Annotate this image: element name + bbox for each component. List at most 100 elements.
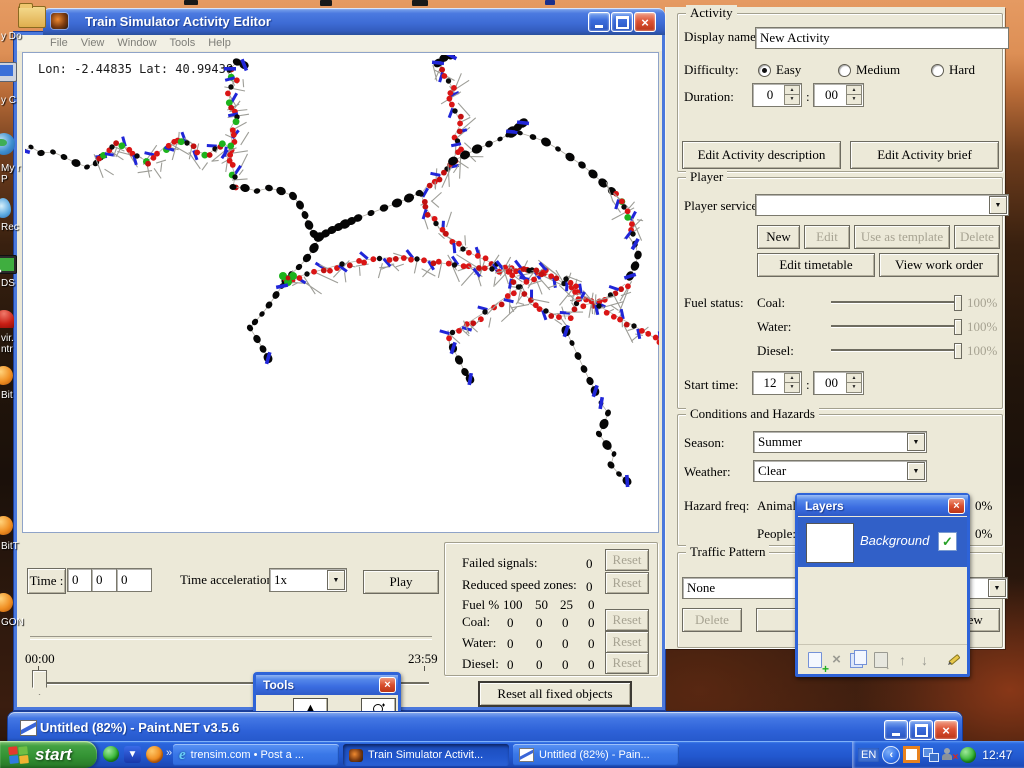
move-layer-down-button[interactable]: ↓ xyxy=(914,649,935,671)
drop-desktop-icon[interactable] xyxy=(0,198,11,218)
difficulty-medium-radio[interactable] xyxy=(838,64,851,77)
menu-file[interactable]: File xyxy=(50,37,68,49)
diesel-slider-thumb[interactable] xyxy=(954,343,962,359)
time-field-seconds[interactable]: 0 xyxy=(116,568,152,592)
player-new-button[interactable]: New xyxy=(757,225,800,249)
chevron-down-icon[interactable]: ▼ xyxy=(988,579,1006,597)
season-select[interactable]: Summer ▼ xyxy=(753,431,927,453)
reset-failed-button[interactable]: Reset xyxy=(605,549,649,571)
title-bar[interactable]: Train Simulator Activity Editor × xyxy=(43,8,665,35)
time-button[interactable]: Time : xyxy=(27,568,66,594)
close-button[interactable]: × xyxy=(934,720,958,740)
layer-visible-checkbox[interactable]: ✓ xyxy=(938,532,957,551)
tray-orange-icon[interactable] xyxy=(903,746,920,763)
chevron-down-icon[interactable]: ▼ xyxy=(907,433,925,451)
player-delete-button[interactable]: Delete xyxy=(954,225,1000,249)
chevron-down-icon[interactable]: ▼ xyxy=(989,196,1007,214)
ball-desktop-icon[interactable] xyxy=(0,593,13,612)
reset-diesel-button[interactable]: Reset xyxy=(605,652,649,674)
chevron-down-icon[interactable]: ▼ xyxy=(907,462,925,480)
display-name-input[interactable]: New Activity xyxy=(755,27,1009,49)
reset-water-button[interactable]: Reset xyxy=(605,631,649,653)
taskbar-item-trensim[interactable]: e trensim.com • Post a ... xyxy=(173,744,339,766)
time-acceleration-select[interactable]: 1x ▼ xyxy=(269,568,347,592)
reset-all-fixed-objects-button[interactable]: Reset all fixed objects xyxy=(478,681,632,707)
taskbar-item-paintnet[interactable]: Untitled (82%) - Pain... xyxy=(513,744,679,766)
water-slider-thumb[interactable] xyxy=(954,319,962,335)
network-icon[interactable] xyxy=(923,748,939,762)
layers-palette: Layers × Background ✓ + × ↓ ↑ ↓ xyxy=(795,493,970,677)
close-button[interactable]: × xyxy=(634,12,656,32)
quicklaunch-orange-icon[interactable] xyxy=(146,746,163,763)
player-service-select[interactable]: ▼ xyxy=(755,194,1009,216)
coal-slider-track[interactable] xyxy=(831,301,959,303)
diesel-slider-track[interactable] xyxy=(831,349,959,351)
maximize-button[interactable] xyxy=(611,12,633,32)
weather-select[interactable]: Clear ▼ xyxy=(753,460,927,482)
slider-tick xyxy=(424,666,425,671)
route-map-canvas[interactable]: Lon: -2.44835 Lat: 40.99438 xyxy=(22,52,659,533)
edit-activity-description-button[interactable]: Edit Activity description xyxy=(682,141,841,169)
coal-v1: 0 xyxy=(507,615,514,631)
hide-icons-chevron-icon[interactable]: ‹ xyxy=(882,746,900,764)
taskbar: start ▼ » e trensim.com • Post a ... Tra… xyxy=(0,741,1024,768)
close-icon[interactable]: × xyxy=(379,677,396,693)
player-edit-button[interactable]: Edit xyxy=(804,225,850,249)
traffic-delete-button[interactable]: Delete xyxy=(682,608,742,632)
quicklaunch-chevron-icon[interactable]: » xyxy=(166,747,172,759)
ball-desktop-icon[interactable] xyxy=(0,366,13,385)
tools-title-bar[interactable]: Tools xyxy=(255,674,399,695)
spin-down-icon[interactable]: ▼ xyxy=(784,94,800,105)
quicklaunch-download-icon[interactable]: ▼ xyxy=(124,746,141,763)
minimize-button[interactable] xyxy=(884,720,908,740)
chevron-down-icon[interactable]: ▼ xyxy=(327,570,345,590)
start-button[interactable]: start xyxy=(0,741,97,768)
difficulty-easy-radio[interactable] xyxy=(758,64,771,77)
start-hours-spinner[interactable]: 12 ▲ ▼ xyxy=(752,371,802,395)
edit-activity-brief-button[interactable]: Edit Activity brief xyxy=(850,141,999,169)
move-layer-up-button[interactable]: ↑ xyxy=(892,649,913,671)
coal-label: Coal: xyxy=(757,295,785,311)
layer-row-background[interactable]: Background ✓ xyxy=(798,517,967,567)
menu-help[interactable]: Help xyxy=(208,37,231,49)
ball-desktop-icon[interactable] xyxy=(0,516,13,535)
tray-bitcomet-icon[interactable] xyxy=(960,747,976,763)
reset-coal-button[interactable]: Reset xyxy=(605,609,649,631)
spin-down-icon[interactable]: ▼ xyxy=(784,382,800,393)
desktop-artifact xyxy=(320,0,332,6)
menu-view[interactable]: View xyxy=(81,37,105,49)
menu-window[interactable]: Window xyxy=(117,37,156,49)
delete-layer-button[interactable]: × xyxy=(826,649,847,671)
reset-reduced-button[interactable]: Reset xyxy=(605,572,649,594)
use-as-template-button[interactable]: Use as template xyxy=(854,225,950,249)
layer-properties-pencil-icon[interactable] xyxy=(943,649,964,671)
globe-desktop-icon[interactable] xyxy=(0,133,15,155)
add-layer-button[interactable]: + xyxy=(804,649,825,671)
desktop: y Doy CMy r PRecDSvir. ntrBitBitTGON Tra… xyxy=(0,0,1024,768)
start-minutes-spinner[interactable]: 00 ▲ ▼ xyxy=(813,371,864,395)
duplicate-layer-button[interactable] xyxy=(848,649,869,671)
play-button[interactable]: Play xyxy=(363,570,439,594)
track-map-svg[interactable] xyxy=(25,55,659,532)
language-indicator[interactable]: EN xyxy=(858,748,879,762)
menu-tools[interactable]: Tools xyxy=(170,37,196,49)
view-work-order-button[interactable]: View work order xyxy=(879,253,999,277)
avira-desktop-icon[interactable] xyxy=(0,310,14,328)
coal-slider-thumb[interactable] xyxy=(954,295,962,311)
spin-down-icon[interactable]: ▼ xyxy=(846,94,862,105)
close-icon[interactable]: × xyxy=(948,498,965,514)
water-slider-track[interactable] xyxy=(831,325,959,327)
difficulty-hard-radio[interactable] xyxy=(931,64,944,77)
desktop-icon-label: DS xyxy=(1,278,15,289)
maximize-button[interactable] xyxy=(909,720,933,740)
minimize-button[interactable] xyxy=(588,12,610,32)
spin-down-icon[interactable]: ▼ xyxy=(846,382,862,393)
merge-down-button[interactable]: ↓ xyxy=(870,649,891,671)
duration-minutes-spinner[interactable]: 00 ▲ ▼ xyxy=(813,83,864,107)
taskbar-item-train-simulator[interactable]: Train Simulator Activit... xyxy=(343,744,509,766)
quicklaunch-bitcomet-icon[interactable] xyxy=(103,746,119,762)
layers-title-bar[interactable]: Layers xyxy=(797,495,968,516)
messenger-offline-icon[interactable]: × xyxy=(942,748,957,762)
edit-timetable-button[interactable]: Edit timetable xyxy=(757,253,875,277)
duration-hours-spinner[interactable]: 0 ▲ ▼ xyxy=(752,83,802,107)
